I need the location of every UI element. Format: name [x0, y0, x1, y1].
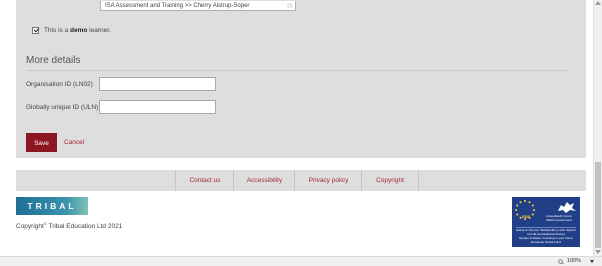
save-button[interactable]: Save	[26, 133, 57, 152]
zoom-icon	[558, 258, 564, 264]
scroll-thumb[interactable]	[595, 162, 601, 248]
vertical-scrollbar[interactable]	[593, 0, 602, 256]
welsh-dragon-icon	[558, 202, 576, 213]
demo-label-before: This is a	[44, 26, 71, 34]
footer-link-accessibility[interactable]: Accessibility	[233, 170, 295, 191]
footer-link-copyright[interactable]: Copyright	[361, 170, 419, 191]
uln-input[interactable]	[99, 100, 216, 114]
copyright-owner: Tribal Education Ltd 2021	[46, 223, 123, 231]
select-handle	[287, 3, 293, 8]
cancel-link[interactable]: Cancel	[64, 133, 84, 152]
footer-link-privacy-policy[interactable]: Privacy policy	[294, 170, 362, 191]
scroll-up-icon[interactable]	[595, 1, 601, 5]
learner-form-panel: ISA Assessment and Training >> Cherry Ai…	[16, 0, 586, 158]
esf-line-6: European Social Fund	[531, 240, 561, 244]
esf-welsh-government-logo: ESF Llywodraeth Cymru Welsh Government E…	[512, 197, 580, 247]
uln-label: Globally unique ID (ULN)	[26, 104, 99, 111]
demo-label-after: learner.	[87, 26, 111, 34]
demo-learner-row: This is a demo learner.	[32, 25, 111, 35]
zoom-dropdown-icon[interactable]	[590, 260, 594, 263]
scroll-down-icon[interactable]	[595, 250, 601, 254]
section-title-more-details: More details	[26, 55, 81, 66]
organisation-id-input[interactable]	[99, 77, 216, 91]
zoom-control[interactable]: 100%	[558, 258, 581, 264]
organisation-id-label: Organisation ID (LN02)	[26, 81, 93, 88]
esf-label: ESF	[522, 214, 530, 219]
footer-links-bar: Contact us Accessibility Privacy policy …	[16, 170, 586, 191]
esf-line-4: Cronfa Gymdeithasol Ewrop	[527, 232, 565, 236]
zoom-level: 100%	[566, 258, 581, 264]
section-divider	[26, 70, 568, 71]
esf-divider	[516, 227, 576, 228]
copyright-notice: Copyright© Tribal Education Ltd 2021	[16, 221, 122, 230]
demo-learner-checkbox[interactable]	[32, 26, 39, 34]
copyright-word: Copyright	[16, 223, 44, 231]
esf-line-1: Llywodraeth Cymru	[546, 215, 572, 218]
footer-link-contact-us[interactable]: Contact us	[175, 170, 234, 191]
provider-learner-select[interactable]: ISA Assessment and Training >> Cherry Ai…	[100, 1, 296, 11]
provider-learner-select-value: ISA Assessment and Training >> Cherry Ai…	[105, 3, 250, 9]
demo-label-bold: demo	[70, 26, 88, 34]
esf-line-2: Welsh Government	[546, 219, 572, 222]
tribal-logo[interactable]: TRIBAL	[16, 197, 88, 215]
demo-learner-label: This is a demo learner.	[44, 27, 111, 34]
